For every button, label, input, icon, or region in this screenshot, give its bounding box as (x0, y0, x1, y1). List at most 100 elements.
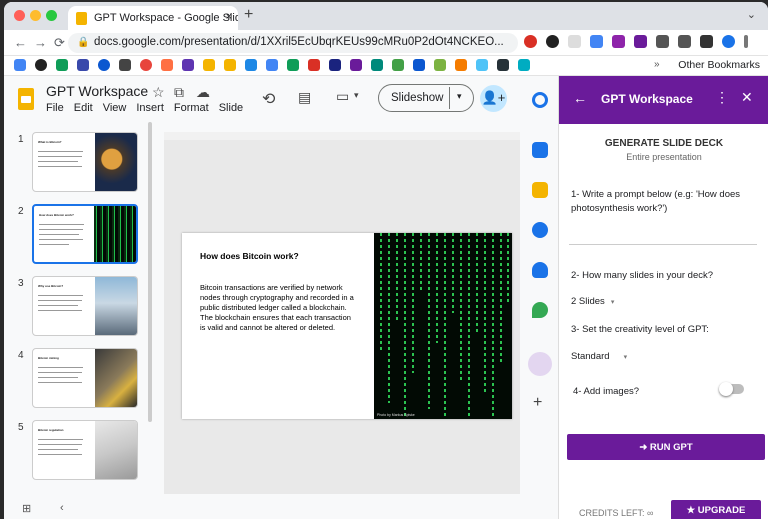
slides-logo-icon[interactable] (18, 88, 34, 110)
contacts-icon[interactable] (532, 262, 548, 278)
puzzle-extensions-icon[interactable] (656, 35, 669, 48)
bookmark-icon[interactable] (392, 59, 404, 71)
bookmark-icon[interactable] (224, 59, 236, 71)
bookmark-icon[interactable] (14, 59, 26, 71)
prompt-input[interactable] (569, 244, 757, 245)
bookmark-icon[interactable] (140, 59, 152, 71)
share-button[interactable]: 👤+ (480, 85, 507, 112)
sidebar-icon[interactable] (700, 35, 713, 48)
bookmark-icon[interactable] (497, 59, 509, 71)
slides-count-select[interactable]: 2 Slides ▾ (571, 296, 614, 307)
more-options-icon[interactable]: ⋮ (715, 89, 729, 106)
slide-title[interactable]: How does Bitcoin work? (200, 251, 299, 261)
close-window-button[interactable] (14, 10, 25, 21)
more-bookmarks-icon[interactable]: » (654, 59, 660, 70)
minimize-window-button[interactable] (30, 10, 41, 21)
translate-extension-icon[interactable] (590, 35, 603, 48)
extension-icon[interactable] (612, 35, 625, 48)
version-history-icon[interactable]: ⟲ (262, 89, 275, 109)
comments-icon[interactable]: ▤ (298, 89, 311, 106)
browser-menu-icon[interactable] (744, 35, 748, 48)
gpt-workspace-panel: ← GPT Workspace ⋮ ✕ GENERATE SLIDE DECK … (558, 76, 768, 519)
filmstrip-scrollbar[interactable] (148, 122, 152, 422)
tab-close-icon[interactable]: × (226, 11, 232, 23)
bookmark-icon[interactable] (287, 59, 299, 71)
slide-thumbnail-title: Why use Bitcoin? (38, 284, 64, 288)
lab-icon[interactable] (678, 35, 691, 48)
slide-thumbnail-1[interactable]: What is Bitcoin? (32, 132, 138, 192)
bookmark-icon[interactable] (455, 59, 467, 71)
back-arrow-icon[interactable]: ← (573, 90, 587, 106)
collapse-panel-icon[interactable]: ‹ (60, 502, 64, 514)
bookmark-icon[interactable] (350, 59, 362, 71)
menu-slide[interactable]: Slide (219, 102, 243, 114)
star-icon[interactable]: ☆ (152, 84, 165, 101)
slide-number: 2 (18, 206, 24, 217)
gpt-workspace-extension-icon[interactable] (634, 35, 647, 48)
slide-thumbnail-4[interactable]: Bitcoin mining (32, 348, 138, 408)
creativity-select[interactable]: Standard ▾ (571, 351, 627, 362)
add-addon-icon[interactable]: + (533, 394, 542, 412)
gpt-extension-active-icon[interactable] (528, 352, 552, 376)
run-gpt-button[interactable]: ➜ RUN GPT (567, 434, 765, 460)
slide-number: 4 (18, 350, 24, 361)
forward-icon[interactable]: → (34, 35, 47, 50)
new-tab-button[interactable]: + (244, 6, 253, 24)
document-title[interactable]: GPT Workspace (46, 83, 148, 99)
bookmark-icon[interactable] (371, 59, 383, 71)
bookmark-icon[interactable] (245, 59, 257, 71)
keep-icon[interactable] (532, 182, 548, 198)
slideshow-button[interactable]: Slideshow ▾ (378, 84, 474, 112)
adblock-extension-icon[interactable] (524, 35, 537, 48)
bookmark-icon[interactable] (434, 59, 446, 71)
upgrade-button[interactable]: ★ UPGRADE (671, 500, 761, 519)
slide-thumbnail-2[interactable]: How does Bitcoin work? (32, 204, 138, 264)
meet-icon[interactable]: ▭ (336, 88, 349, 105)
menu-edit[interactable]: Edit (74, 102, 93, 114)
bookmark-icon[interactable] (203, 59, 215, 71)
extension-icon[interactable] (546, 35, 559, 48)
meet-dropdown-icon[interactable]: ▾ (354, 90, 359, 101)
tab-menu-icon[interactable]: ⌄ (747, 8, 756, 21)
bookmark-icon[interactable] (119, 59, 131, 71)
calendar-icon[interactable] (532, 142, 548, 158)
grid-view-icon[interactable]: ⊞ (22, 502, 31, 515)
slide-thumbnail-3[interactable]: Why use Bitcoin? (32, 276, 138, 336)
url-bar[interactable]: 🔒 docs.google.com/presentation/d/1XXril5… (68, 33, 518, 53)
tasks-icon[interactable] (532, 222, 548, 238)
matrix-code-image[interactable]: Photo by Markus Spiske (374, 233, 512, 419)
menu-view[interactable]: View (103, 102, 127, 114)
github-icon[interactable] (35, 59, 47, 71)
menu-file[interactable]: File (46, 102, 64, 114)
extension-icon[interactable] (568, 35, 581, 48)
menu-insert[interactable]: Insert (136, 102, 164, 114)
bookmark-icon[interactable] (77, 59, 89, 71)
current-slide[interactable]: How does Bitcoin work? Bitcoin transacti… (182, 233, 512, 419)
menu-format[interactable]: Format (174, 102, 209, 114)
slide-body[interactable]: Bitcoin transactions are verified by net… (200, 283, 354, 332)
browser-tab[interactable]: GPT Workspace - Google Slide × (68, 6, 238, 30)
bookmark-icon[interactable] (476, 59, 488, 71)
other-bookmarks[interactable]: Other Bookmarks (678, 59, 760, 71)
bookmark-icon[interactable] (98, 59, 110, 71)
slideshow-dropdown-icon[interactable]: ▾ (457, 91, 462, 102)
bookmark-icon[interactable] (182, 59, 194, 71)
bookmark-icon[interactable] (518, 59, 530, 71)
reload-icon[interactable]: ⟳ (54, 35, 65, 51)
bookmark-icon[interactable] (266, 59, 278, 71)
gpt-workspace-icon[interactable] (532, 92, 548, 108)
gmail-icon[interactable] (308, 59, 320, 71)
bookmark-icon[interactable] (56, 59, 68, 71)
bookmark-icon[interactable] (161, 59, 173, 71)
cloud-status-icon[interactable]: ☁ (196, 84, 210, 101)
maximize-window-button[interactable] (46, 10, 57, 21)
back-icon[interactable]: ← (14, 35, 27, 50)
move-folder-icon[interactable]: ⧉ (174, 84, 184, 101)
bookmark-icon[interactable] (329, 59, 341, 71)
add-images-toggle[interactable] (719, 382, 744, 396)
slide-thumbnail-5[interactable]: Bitcoin regulation (32, 420, 138, 480)
maps-icon[interactable] (532, 302, 548, 318)
profile-avatar-icon[interactable] (722, 35, 735, 48)
close-icon[interactable]: ✕ (741, 89, 753, 106)
bookmark-icon[interactable] (413, 59, 425, 71)
